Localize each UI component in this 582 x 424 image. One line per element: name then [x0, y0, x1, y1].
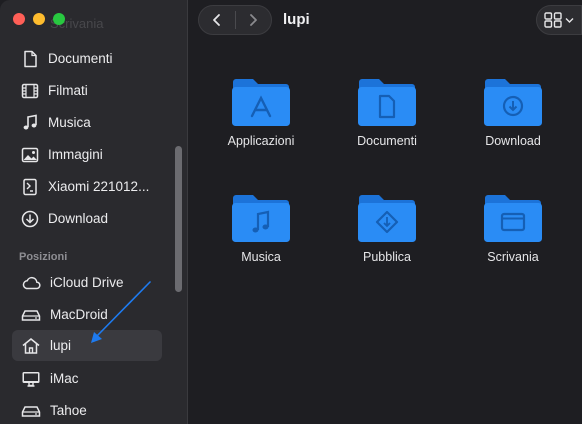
sidebar-item-label: lupi: [50, 338, 72, 353]
public-folder-icon: [358, 195, 416, 242]
film-icon: [21, 83, 39, 98]
minimize-button[interactable]: [33, 13, 45, 25]
folder-label: Scrivania: [487, 250, 539, 264]
monitor-icon: [22, 371, 40, 387]
window-controls: [13, 13, 65, 25]
folder-musica[interactable]: Musica: [206, 192, 316, 264]
zoom-button[interactable]: [53, 13, 65, 25]
close-button[interactable]: [13, 13, 25, 25]
folder-pubblica[interactable]: Pubblica: [332, 192, 442, 264]
sidebar-item-musica[interactable]: Musica: [12, 107, 162, 138]
folder-download[interactable]: Download: [458, 76, 568, 148]
folder-label: Pubblica: [363, 250, 411, 264]
sidebar-item-label: iMac: [50, 371, 79, 386]
window-title: lupi: [283, 11, 310, 28]
chevron-left-icon: [212, 14, 220, 26]
forward-button[interactable]: [235, 6, 271, 34]
folder-scrivania[interactable]: Scrivania: [458, 192, 568, 264]
sidebar-item-documenti[interactable]: Documenti: [12, 43, 162, 74]
sidebar-item-label: Tahoe: [50, 403, 87, 418]
navigation-buttons: [198, 5, 272, 35]
sidebar-item-xiaomi[interactable]: Xiaomi 221012...: [12, 171, 162, 202]
sidebar-item-filmati[interactable]: Filmati: [12, 75, 162, 106]
sidebar-item-imac[interactable]: iMac: [12, 363, 162, 394]
music-icon: [23, 114, 37, 129]
folder-label: Musica: [241, 250, 281, 264]
photo-icon: [21, 147, 39, 162]
sidebar-item-immagini[interactable]: Immagini: [12, 139, 162, 170]
drive-icon: [21, 405, 41, 417]
grid-view-icon: [544, 12, 562, 28]
sidebar-item-label: Musica: [48, 115, 91, 130]
desktop-folder-icon: [484, 195, 542, 242]
sidebar-item-label: Documenti: [48, 51, 113, 66]
folder-documenti[interactable]: Documenti: [332, 76, 442, 148]
sidebar-section-header: Posizioni: [19, 251, 68, 263]
chevron-down-icon: [565, 18, 574, 23]
applications-folder-icon: [232, 79, 290, 126]
cloud-icon: [22, 276, 41, 289]
chevron-right-icon: [250, 14, 258, 26]
folder-label: Documenti: [357, 134, 417, 148]
sidebar-item-label: Filmati: [48, 83, 88, 98]
phone-icon: [23, 178, 37, 195]
sidebar-item-download[interactable]: Download: [12, 203, 162, 234]
drive-icon: [21, 309, 41, 321]
document-icon: [24, 50, 37, 67]
annotation-arrow: [91, 281, 151, 343]
sidebar-scrollbar[interactable]: [175, 146, 182, 292]
folder-applicazioni[interactable]: Applicazioni: [206, 76, 316, 148]
view-options-button[interactable]: [536, 5, 582, 35]
download-icon: [21, 210, 39, 227]
folder-label: Applicazioni: [227, 134, 295, 148]
sidebar-item-label: Immagini: [48, 147, 103, 162]
folder-label: Download: [485, 134, 541, 148]
music-folder-icon: [232, 195, 290, 242]
sidebar: Scrivania Documenti Filmati Musica Immag…: [0, 0, 188, 424]
download-folder-icon: [484, 79, 542, 126]
back-button[interactable]: [199, 6, 235, 34]
sidebar-item-label: Download: [48, 211, 109, 226]
sidebar-item-label: Xiaomi 221012...: [48, 179, 150, 194]
sidebar-item-tahoe[interactable]: Tahoe: [12, 395, 162, 424]
documents-folder-icon: [358, 79, 416, 126]
home-icon: [22, 337, 40, 354]
